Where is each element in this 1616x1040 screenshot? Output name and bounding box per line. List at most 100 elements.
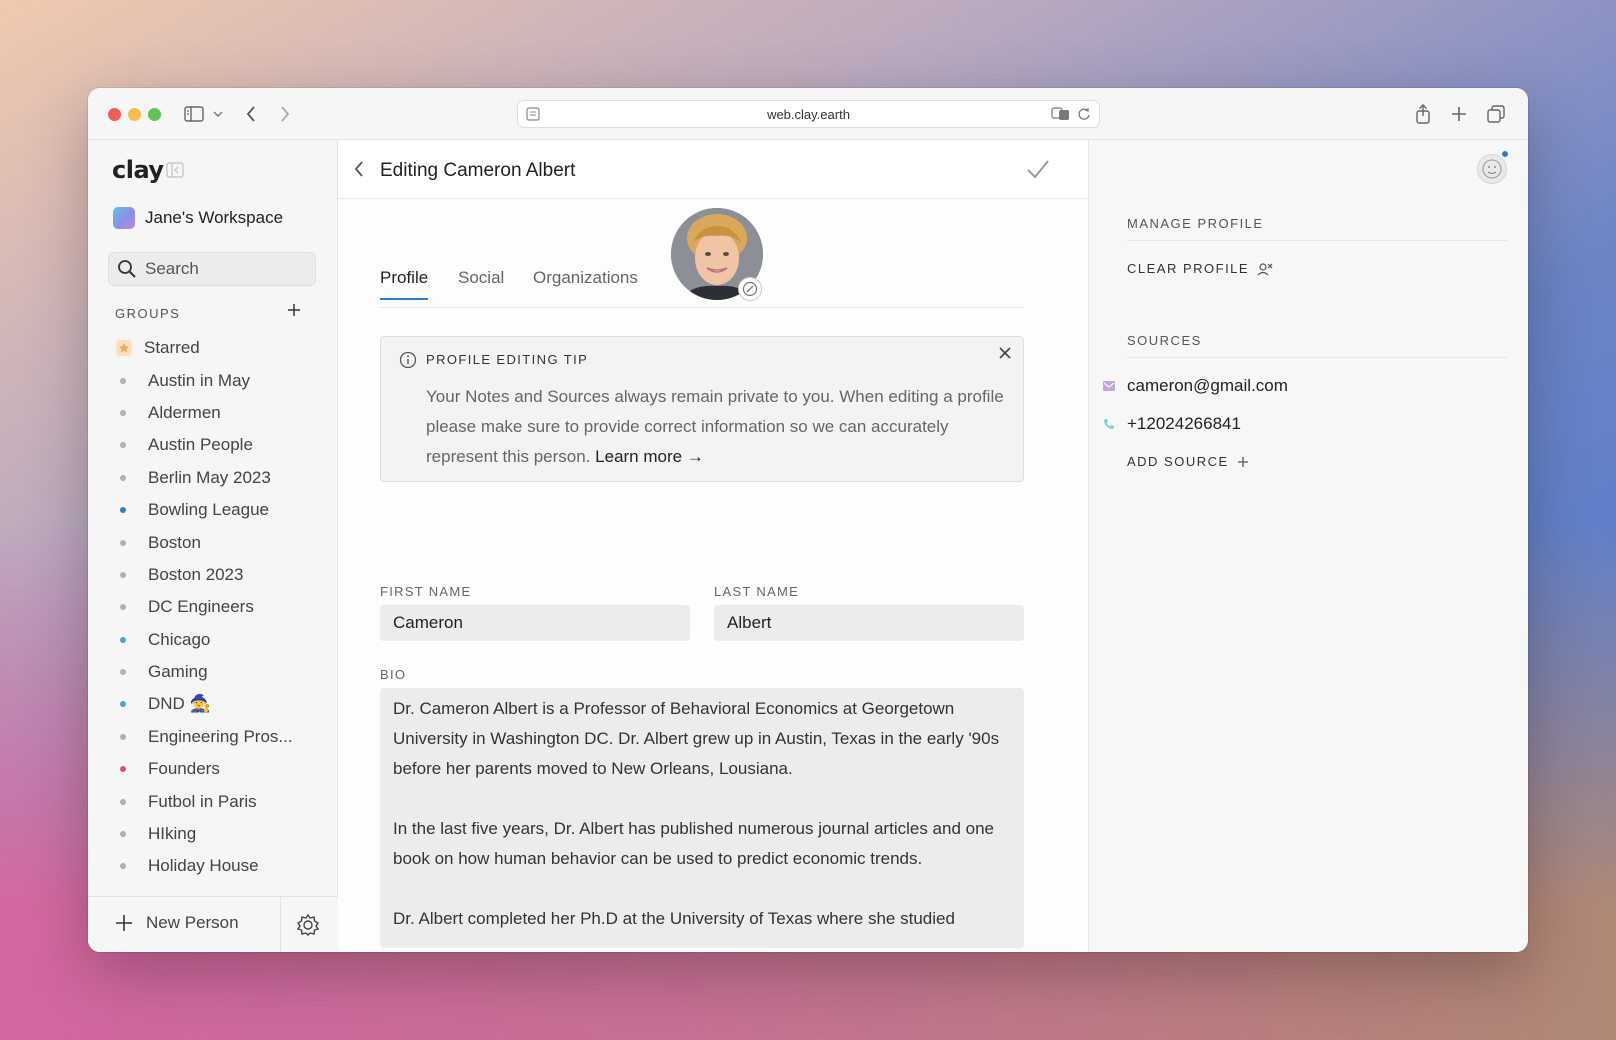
group-label: Starred	[144, 338, 200, 358]
tip-text: Your Notes and Sources always remain pri…	[426, 387, 1004, 466]
group-label: HIking	[148, 824, 197, 844]
save-check-icon[interactable]	[1026, 158, 1050, 185]
bio-textarea[interactable]: Dr. Cameron Albert is a Professor of Beh…	[380, 688, 1024, 948]
group-list: Starred Austin in May Aldermen Austin Peopl…	[116, 332, 326, 883]
group-color-dot	[120, 409, 126, 416]
close-icon[interactable]	[997, 345, 1013, 366]
sidebar-group-item[interactable]: DC Engineers	[116, 591, 326, 623]
remove-person-icon	[1257, 262, 1273, 275]
browser-window: web.clay.earth clay Jane's Workspace Sea…	[88, 88, 1528, 952]
email-icon	[1103, 380, 1115, 392]
tab-organizations[interactable]: Organizations	[533, 268, 638, 298]
tab-social[interactable]: Social	[458, 268, 504, 298]
clear-profile-label: CLEAR PROFILE	[1127, 261, 1250, 276]
source-phone[interactable]: +12024266841	[1103, 414, 1241, 434]
group-label: Engineering Pros...	[148, 726, 293, 746]
workspace-name: Jane's Workspace	[145, 208, 284, 227]
tip-body: Your Notes and Sources always remain pri…	[426, 382, 1006, 472]
sidebar-group-item[interactable]: Bowling League	[116, 494, 326, 526]
clay-logo[interactable]: clay	[112, 156, 164, 184]
sidebar-group-item[interactable]: Holiday House	[116, 850, 326, 882]
profile-side-panel: MANAGE PROFILE CLEAR PROFILE SOURCES cam…	[1088, 140, 1528, 952]
group-color-dot	[120, 507, 126, 514]
group-color-dot	[120, 733, 126, 740]
learn-more-link[interactable]: Learn more →	[595, 447, 704, 466]
forward-icon[interactable]	[278, 102, 292, 126]
sidebar-group-item[interactable]: Starred	[116, 332, 326, 364]
close-window-button[interactable]	[108, 108, 121, 121]
clear-profile-button[interactable]: CLEAR PROFILE	[1127, 261, 1273, 276]
bio-paragraph: Dr. Cameron Albert is a Professor of Beh…	[393, 699, 1000, 778]
browser-toolbar: web.clay.earth	[88, 88, 1528, 140]
workspace-icon	[113, 207, 135, 229]
group-label: Founders	[148, 759, 220, 779]
group-label: Holiday House	[148, 856, 259, 876]
add-group-button[interactable]	[286, 302, 302, 323]
sidebar-group-item[interactable]: Chicago	[116, 624, 326, 656]
bio-paragraph: Dr. Albert completed her Ph.D at the Uni…	[393, 909, 955, 928]
sidebar-group-item[interactable]: Futbol in Paris	[116, 785, 326, 817]
back-icon[interactable]	[244, 102, 258, 126]
manage-profile-label: MANAGE PROFILE	[1127, 216, 1264, 231]
new-person-button[interactable]: New Person	[114, 913, 239, 933]
share-icon[interactable]	[1414, 102, 1432, 126]
add-source-label: ADD SOURCE	[1127, 454, 1229, 469]
group-color-dot	[120, 863, 126, 870]
group-color-dot	[120, 442, 126, 449]
source-email[interactable]: cameron@gmail.com	[1103, 376, 1288, 396]
back-icon[interactable]	[354, 161, 364, 182]
sidebar-group-item[interactable]: Berlin May 2023	[116, 462, 326, 494]
groups-header: GROUPS	[115, 306, 181, 321]
user-avatar[interactable]	[1477, 154, 1507, 184]
sidebar-group-item[interactable]: Aldermen	[116, 397, 326, 429]
group-label: Gaming	[148, 662, 208, 682]
sidebar-footer: New Person	[88, 896, 338, 952]
source-email-value: cameron@gmail.com	[1127, 376, 1288, 395]
add-source-button[interactable]: ADD SOURCE	[1127, 454, 1249, 469]
sidebar-group-item[interactable]: Boston	[116, 526, 326, 558]
search-input[interactable]: Search	[108, 252, 316, 286]
last-name-field[interactable]: Albert	[714, 605, 1024, 641]
reload-icon[interactable]	[1077, 107, 1091, 124]
editor-header: Editing Cameron Albert	[338, 140, 1088, 199]
notification-dot	[1501, 150, 1509, 158]
sidebar-group-item[interactable]: Gaming	[116, 656, 326, 688]
first-name-label: FIRST NAME	[380, 584, 472, 599]
sidebar-toggle-icon[interactable]	[184, 102, 204, 126]
group-color-dot	[120, 831, 126, 838]
new-tab-icon[interactable]	[1450, 102, 1468, 126]
tab-overview-icon[interactable]	[1486, 102, 1506, 126]
settings-icon[interactable]	[296, 913, 320, 942]
collapse-sidebar-icon[interactable]	[166, 162, 184, 183]
workspace-switcher[interactable]: Jane's Workspace	[113, 207, 283, 229]
first-name-field[interactable]: Cameron	[380, 605, 690, 641]
address-bar[interactable]: web.clay.earth	[517, 100, 1100, 128]
translate-icon[interactable]	[1051, 107, 1071, 124]
sidebar-group-item[interactable]: Founders	[116, 753, 326, 785]
sidebar-group-item[interactable]: Austin in May	[116, 364, 326, 396]
sidebar-group-item[interactable]: Boston 2023	[116, 559, 326, 591]
zoom-window-button[interactable]	[148, 108, 161, 121]
group-color-dot	[120, 474, 126, 481]
group-color-dot	[120, 701, 126, 708]
search-icon	[118, 260, 136, 278]
sources-label: SOURCES	[1127, 333, 1202, 348]
sidebar-group-item[interactable]: Austin People	[116, 429, 326, 461]
plus-icon	[288, 304, 300, 316]
sidebar-group-item[interactable]: HIking	[116, 818, 326, 850]
minimize-window-button[interactable]	[128, 108, 141, 121]
chevron-down-icon[interactable]	[212, 102, 224, 126]
group-label: Bowling League	[148, 500, 269, 520]
page-title: Editing Cameron Albert	[380, 160, 576, 181]
phone-icon	[1103, 418, 1115, 430]
group-label: Aldermen	[148, 402, 221, 422]
page-menu-icon[interactable]	[526, 107, 540, 124]
group-color-dot	[120, 571, 126, 578]
tab-profile[interactable]: Profile	[380, 268, 429, 300]
sidebar-group-item[interactable]: Engineering Pros...	[116, 721, 326, 753]
new-person-label: New Person	[146, 913, 239, 932]
sidebar-group-item[interactable]: DND 🧙	[116, 688, 326, 720]
divider	[1127, 357, 1507, 358]
address-url: web.clay.earth	[767, 106, 850, 122]
profile-editor: Editing Cameron Albert Profile Social Or…	[338, 140, 1088, 952]
